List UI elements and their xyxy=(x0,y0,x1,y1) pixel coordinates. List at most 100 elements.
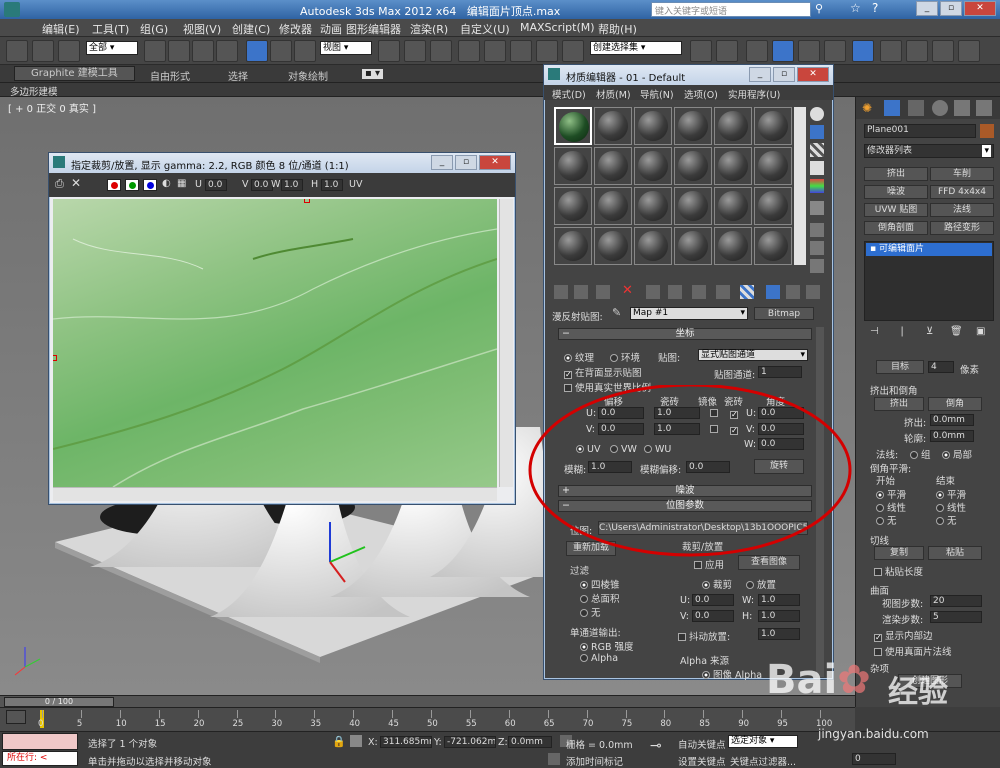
time-slider[interactable]: 0 / 100 xyxy=(0,695,855,707)
ribbon-tab-selection[interactable]: 选择 xyxy=(228,68,248,83)
crop-minimize-button[interactable]: _ xyxy=(431,155,453,170)
edit-named-sel-icon[interactable] xyxy=(562,40,584,62)
crop-uv-label[interactable]: UV xyxy=(349,179,362,190)
bitmap-preview[interactable] xyxy=(53,199,497,487)
motion-tab-icon[interactable] xyxy=(932,100,948,116)
rgb-intensity-radio[interactable]: RGB 强度 xyxy=(580,639,634,653)
menu-maxscript[interactable]: MAXScript(M) xyxy=(520,21,595,34)
summed-area-radio[interactable]: 总面积 xyxy=(580,591,620,605)
sample-slot[interactable] xyxy=(634,227,672,265)
coordinates-rollout-header[interactable]: − 坐标 xyxy=(558,328,812,340)
alpha-channel-icon[interactable]: ◐ xyxy=(162,178,171,189)
graphite-toggle-icon[interactable] xyxy=(772,40,794,62)
place-radio[interactable]: 放置 xyxy=(746,577,776,591)
ribbon-tab-freeform[interactable]: 自由形式 xyxy=(150,68,190,83)
sample-slot[interactable] xyxy=(634,187,672,225)
render-icon[interactable] xyxy=(932,40,954,62)
pin-stack-icon[interactable]: ⊣ xyxy=(870,326,879,337)
named-selection-dropdown[interactable]: 创建选择集 ▾ xyxy=(590,41,682,55)
mat-menu-material[interactable]: 材质(M) xyxy=(596,87,631,101)
x-coord-field[interactable]: 311.685mm xyxy=(380,736,432,748)
background-icon[interactable] xyxy=(810,143,824,157)
sample-slot[interactable] xyxy=(554,227,592,265)
start-smooth-radio[interactable]: 平滑 xyxy=(876,487,906,501)
curve-editor-icon[interactable] xyxy=(798,40,820,62)
ref-coord-dropdown[interactable]: 视图 ▾ xyxy=(320,41,372,55)
uv-tiling-icon[interactable] xyxy=(810,161,824,175)
mirror-icon[interactable] xyxy=(690,40,712,62)
search-input[interactable]: 键入关键字或短语 xyxy=(651,2,811,17)
set-key-button[interactable]: 设置关键点 xyxy=(678,754,726,768)
eyedropper-icon[interactable]: ✎ xyxy=(612,306,621,319)
go-forward-sibling-icon[interactable] xyxy=(806,285,820,299)
rect-region-icon[interactable] xyxy=(192,40,214,62)
auto-key-button[interactable]: 自动关键点 xyxy=(678,737,726,751)
view-steps-field[interactable]: 20 xyxy=(930,595,982,607)
maxscript-mini-field[interactable]: 所在行: < xyxy=(2,751,78,766)
target-button[interactable]: 目标 xyxy=(876,360,924,374)
ribbon-tab-object-paint[interactable]: 对象绘制 xyxy=(288,68,328,83)
ribbon-expand-icon[interactable]: ▪ ▾ xyxy=(362,69,383,79)
image-alpha-radio[interactable]: 图像 Alpha xyxy=(702,667,762,681)
render-steps-field[interactable]: 5 xyxy=(930,611,982,623)
sample-vscrollbar[interactable] xyxy=(794,107,806,265)
map-type-button[interactable]: Bitmap xyxy=(754,307,814,320)
show-map-on-back-checkbox[interactable]: ✓ 在背面显示贴图 xyxy=(564,365,642,379)
render-iterative-icon[interactable] xyxy=(958,40,980,62)
make-unique-icon[interactable] xyxy=(668,285,682,299)
crop-u-param-field[interactable]: 0.0 xyxy=(692,594,734,606)
angle-snap-icon[interactable] xyxy=(484,40,506,62)
green-channel-icon[interactable] xyxy=(125,179,139,191)
sample-slot[interactable] xyxy=(594,187,632,225)
crop-hscrollbar[interactable] xyxy=(53,487,497,501)
viewport-label[interactable]: [ + 0 正交 0 真实 ] xyxy=(8,100,96,115)
environ-radio[interactable]: 环境 xyxy=(610,350,640,364)
display-tab-icon[interactable] xyxy=(954,100,970,116)
ribbon-tab-graphite[interactable]: Graphite 建模工具 xyxy=(14,66,135,81)
clear-icon[interactable]: ✕ xyxy=(71,176,81,190)
mat-menu-mode[interactable]: 模式(D) xyxy=(552,87,586,101)
paste-length-checkbox[interactable]: 粘贴长度 xyxy=(874,564,923,578)
link-icon[interactable] xyxy=(6,40,28,62)
time-slider-thumb[interactable]: 0 / 100 xyxy=(4,697,114,707)
sample-slot[interactable] xyxy=(594,107,632,145)
crop-maximize-button[interactable]: ▫ xyxy=(455,155,477,170)
jitter-checkbox[interactable]: 抖动放置: xyxy=(678,629,730,643)
sample-slot[interactable] xyxy=(714,227,752,265)
menu-rendering[interactable]: 渲染(R) xyxy=(410,21,448,37)
path-deform-modifier-button[interactable]: 路径变形 xyxy=(930,221,994,235)
y-coord-field[interactable]: -721.062m xyxy=(444,736,496,748)
crop-w-param-field[interactable]: 1.0 xyxy=(758,594,800,606)
crop-u-field[interactable]: 0.0 xyxy=(205,179,227,191)
normals-group-radio[interactable]: 组 xyxy=(910,447,931,461)
snap-icon[interactable] xyxy=(458,40,480,62)
select-by-name-icon[interactable] xyxy=(168,40,190,62)
target-field[interactable]: 4 xyxy=(928,361,954,373)
bevel-profile-modifier-button[interactable]: 倒角剖面 xyxy=(864,221,928,235)
spinner-snap-icon[interactable] xyxy=(536,40,558,62)
end-none-radio[interactable]: 无 xyxy=(936,513,957,527)
menu-create[interactable]: 创建(C) xyxy=(232,21,270,37)
assign-to-selection-icon[interactable] xyxy=(596,285,610,299)
make-preview-icon[interactable] xyxy=(810,201,824,215)
modifier-list-dropdown[interactable]: 修改器列表 ▾ xyxy=(864,144,994,158)
object-color-swatch[interactable] xyxy=(980,124,994,138)
schematic-view-icon[interactable] xyxy=(824,40,846,62)
texture-radio[interactable]: 纹理 xyxy=(564,350,594,364)
crop-vscrollbar[interactable] xyxy=(499,199,513,487)
selection-filter-dropdown[interactable]: 全部 ▾ xyxy=(86,41,138,55)
unlink-icon[interactable] xyxy=(32,40,54,62)
material-map-navigator-icon[interactable] xyxy=(810,259,824,273)
rendered-frame-icon[interactable] xyxy=(906,40,928,62)
rotate-icon[interactable] xyxy=(270,40,292,62)
material-editor-icon[interactable] xyxy=(852,40,874,62)
end-linear-radio[interactable]: 线性 xyxy=(936,500,966,514)
lathe-modifier-button[interactable]: 车削 xyxy=(930,167,994,181)
mono-icon[interactable]: ▦ xyxy=(177,178,186,189)
sample-slot[interactable] xyxy=(674,107,712,145)
menu-group[interactable]: 组(G) xyxy=(140,21,168,37)
key-filters-button[interactable]: 关键点过滤器... xyxy=(730,754,796,768)
make-unique-stack-icon[interactable]: ⊻ xyxy=(926,326,933,337)
extrude-amount-field[interactable]: 0.0mm xyxy=(930,414,974,426)
menu-animation[interactable]: 动画 xyxy=(320,21,342,37)
